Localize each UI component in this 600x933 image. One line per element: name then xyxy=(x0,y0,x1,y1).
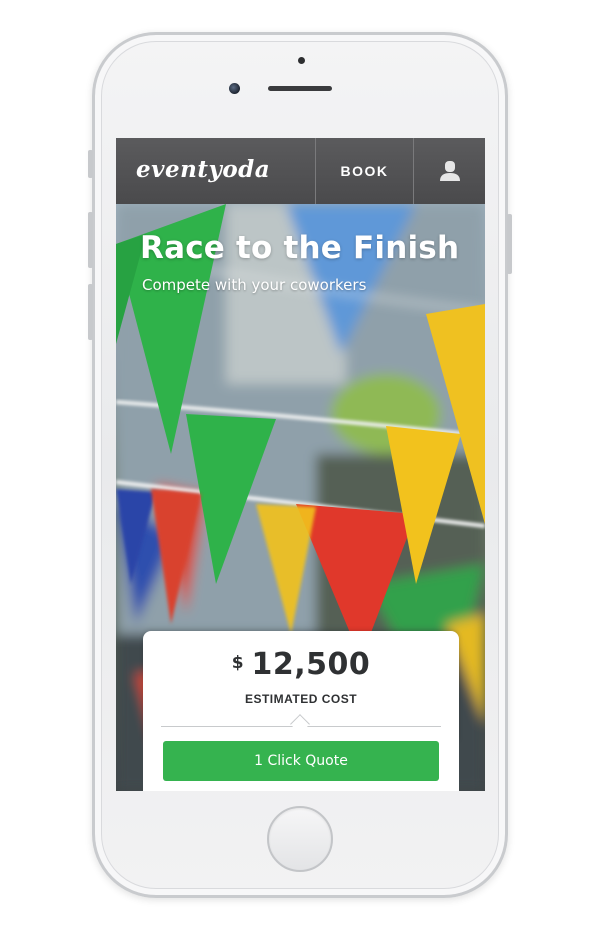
home-button[interactable] xyxy=(267,806,333,872)
volume-down-button xyxy=(88,284,93,340)
estimate-card: $ 12,500 ESTIMATED COST xyxy=(143,631,459,741)
account-button[interactable] xyxy=(414,138,485,204)
power-button xyxy=(507,214,512,274)
front-camera xyxy=(229,83,240,94)
brand-logo[interactable]: eventyoda xyxy=(136,156,270,183)
hero-title: Race to the Finish xyxy=(140,230,460,266)
mute-switch xyxy=(88,150,93,178)
estimated-price: $ 12,500 xyxy=(143,647,459,682)
app-screen: eventyoda BOOK Race to the Finish Compet… xyxy=(116,138,485,791)
divider-notch xyxy=(290,714,310,734)
user-icon xyxy=(439,161,460,181)
one-click-quote-button[interactable]: 1 Click Quote xyxy=(163,741,439,781)
estimated-cost-label: ESTIMATED COST xyxy=(244,692,358,706)
earpiece-speaker xyxy=(268,86,332,91)
volume-up-button xyxy=(88,212,93,268)
currency-symbol: $ xyxy=(231,653,244,673)
book-button[interactable]: BOOK xyxy=(316,138,413,204)
hero-subtitle: Compete with your coworkers xyxy=(142,276,367,294)
proximity-sensor xyxy=(298,57,305,64)
top-navigation-bar: eventyoda BOOK xyxy=(116,138,485,204)
price-amount: 12,500 xyxy=(251,647,371,682)
